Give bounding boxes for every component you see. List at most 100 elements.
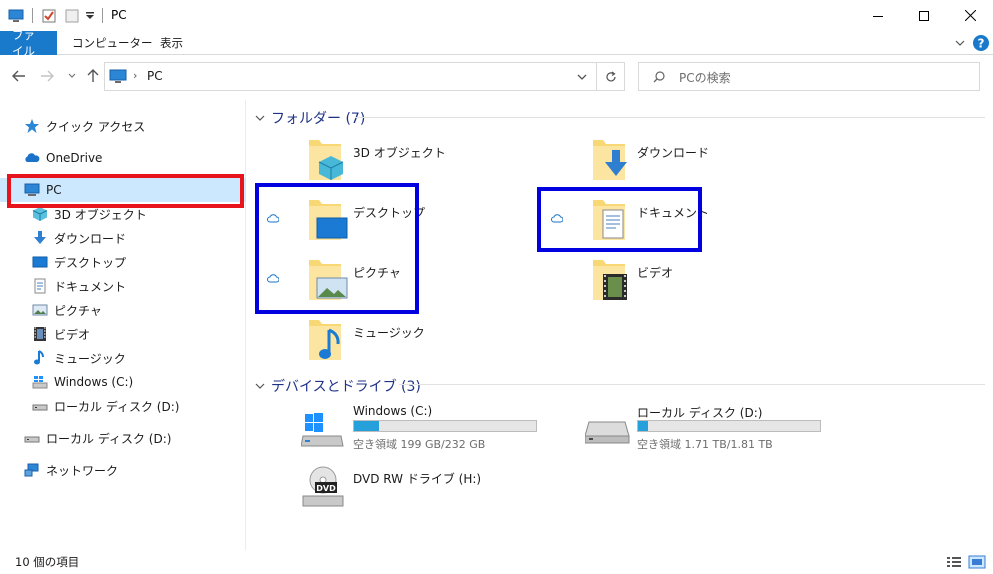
sidebar-item-music[interactable]: ミュージック bbox=[0, 346, 246, 370]
highlight-box-blue bbox=[537, 187, 702, 252]
window-title: PC bbox=[111, 8, 127, 22]
sidebar-item-windows-c[interactable]: Windows (C:) bbox=[0, 370, 246, 394]
sidebar-item-local-disk-d-root[interactable]: ローカル ディスク (D:) bbox=[0, 426, 246, 450]
disk-icon bbox=[32, 404, 48, 411]
drive-usage-fill bbox=[638, 421, 648, 431]
sidebar-item-local-disk-d[interactable]: ローカル ディスク (D:) bbox=[0, 394, 246, 418]
folder-downloads[interactable]: ダウンロード bbox=[591, 136, 811, 184]
divider bbox=[355, 117, 985, 118]
sidebar-item-pictures[interactable]: ピクチャ bbox=[0, 298, 246, 322]
new-folder-icon[interactable] bbox=[64, 8, 80, 24]
sidebar-item-label: クイック アクセス bbox=[46, 119, 146, 134]
sidebar-item-desktop[interactable]: デスクトップ bbox=[0, 250, 246, 274]
drive-free-space: 空き領域 1.71 TB/1.81 TB bbox=[637, 438, 773, 451]
sidebar-item-onedrive[interactable]: OneDrive bbox=[0, 146, 246, 170]
address-dropdown-icon[interactable] bbox=[577, 74, 587, 81]
drive-usage-fill bbox=[354, 421, 380, 431]
drive-local-disk-d[interactable]: ローカル ディスク (D:) 空き領域 1.71 TB/1.81 TB bbox=[585, 402, 825, 454]
recent-locations-icon[interactable] bbox=[68, 73, 76, 79]
folder-icon bbox=[309, 140, 344, 180]
folder-label: 3D オブジェクト bbox=[353, 146, 446, 160]
sidebar-item-label: ローカル ディスク (D:) bbox=[46, 431, 172, 446]
download-icon bbox=[34, 231, 46, 244]
close-button[interactable] bbox=[947, 0, 993, 31]
highlight-box-blue bbox=[255, 183, 419, 314]
help-icon[interactable]: ? bbox=[973, 35, 989, 51]
folder-label: ミュージック bbox=[353, 326, 425, 340]
qat-dropdown-icon[interactable] bbox=[86, 12, 94, 20]
sidebar-item-label: ドキュメント bbox=[54, 279, 127, 294]
drive-usage-bar bbox=[637, 420, 821, 432]
folder-music[interactable]: ミュージック bbox=[307, 316, 427, 364]
drive-dvd-h[interactable]: DVD DVD RW ドライブ (H:) bbox=[301, 466, 541, 514]
sidebar-item-label: ビデオ bbox=[54, 327, 91, 342]
sidebar-item-label: Windows (C:) bbox=[54, 375, 134, 389]
folder-videos[interactable]: ビデオ bbox=[591, 256, 711, 304]
document-icon bbox=[34, 278, 46, 294]
disk-icon bbox=[24, 436, 40, 443]
sidebar-item-label: 3D オブジェクト bbox=[54, 207, 147, 222]
group-header-label: フォルダー (7) bbox=[271, 111, 366, 127]
sidebar-item-label: ミュージック bbox=[54, 351, 126, 366]
group-header-label: デバイスとドライブ (3) bbox=[271, 379, 421, 395]
drive-free-space: 空き領域 199 GB/232 GB bbox=[353, 438, 486, 451]
desktop-icon bbox=[32, 256, 48, 268]
sidebar-item-label: デスクトップ bbox=[54, 255, 127, 270]
up-arrow-icon[interactable] bbox=[87, 69, 99, 83]
search-placeholder: PCの検索 bbox=[679, 71, 731, 85]
sidebar-item-quick-access[interactable]: クイック アクセス bbox=[0, 114, 246, 138]
video-icon bbox=[603, 274, 627, 300]
sidebar-item-downloads[interactable]: ダウンロード bbox=[0, 226, 246, 250]
svg-text:?: ? bbox=[978, 37, 985, 51]
back-arrow-icon[interactable] bbox=[12, 70, 26, 82]
forward-arrow-icon[interactable] bbox=[40, 70, 54, 82]
maximize-button[interactable] bbox=[901, 0, 947, 31]
picture-icon bbox=[32, 304, 48, 316]
folder-label: ダウンロード bbox=[637, 146, 710, 160]
pc-icon bbox=[109, 69, 127, 83]
sidebar-item-label: ピクチャ bbox=[54, 303, 102, 318]
item-count: 10 個の項目 bbox=[15, 555, 80, 569]
sidebar-item-label: ダウンロード bbox=[54, 231, 127, 246]
chevron-down-icon bbox=[255, 115, 265, 121]
ribbon-expand-icon[interactable] bbox=[955, 39, 965, 47]
group-header-folders[interactable]: フォルダー (7) bbox=[255, 108, 365, 128]
folder-icon bbox=[593, 140, 627, 180]
properties-icon[interactable] bbox=[41, 8, 57, 24]
tab-file[interactable]: ファイル bbox=[0, 28, 57, 58]
minimize-button[interactable] bbox=[855, 0, 901, 31]
video-icon bbox=[34, 327, 46, 341]
sidebar-item-videos[interactable]: ビデオ bbox=[0, 322, 246, 346]
drive-windows-c[interactable]: Windows (C:) 空き領域 199 GB/232 GB bbox=[301, 402, 541, 454]
folder-icon bbox=[309, 320, 341, 360]
address-bar[interactable]: › PC bbox=[104, 62, 597, 91]
chevron-down-icon bbox=[255, 383, 265, 389]
group-header-drives[interactable]: デバイスとドライブ (3) bbox=[255, 376, 421, 396]
highlight-box-red bbox=[7, 174, 244, 208]
refresh-button[interactable] bbox=[597, 62, 625, 91]
sidebar-item-documents[interactable]: ドキュメント bbox=[0, 274, 246, 298]
cloud-icon bbox=[25, 153, 40, 162]
dvd-drive-icon: DVD bbox=[302, 466, 344, 507]
sidebar-item-label: ネットワーク bbox=[46, 463, 119, 478]
search-icon bbox=[653, 71, 665, 83]
divider bbox=[399, 384, 985, 385]
windows-drive-icon bbox=[32, 376, 48, 389]
folder-icon bbox=[593, 260, 627, 300]
breadcrumb-pc[interactable]: PC bbox=[147, 69, 163, 83]
maximize-icon bbox=[919, 10, 929, 21]
divider bbox=[102, 8, 103, 23]
folder-3d-objects[interactable]: 3D オブジェクト bbox=[307, 136, 527, 184]
breadcrumb-chevron-icon[interactable]: › bbox=[133, 69, 137, 82]
music-icon bbox=[34, 350, 44, 365]
large-icons-view-icon[interactable] bbox=[968, 554, 986, 570]
sidebar-item-network[interactable]: ネットワーク bbox=[0, 458, 246, 482]
navigation-pane: クイック アクセス OneDrive PC 3D オブジェクト ダウンロード デ… bbox=[0, 100, 246, 550]
svg-text:DVD: DVD bbox=[316, 484, 336, 493]
details-view-icon[interactable] bbox=[946, 555, 962, 569]
search-box[interactable]: PCの検索 bbox=[638, 62, 980, 91]
sidebar-item-label: ローカル ディスク (D:) bbox=[54, 399, 180, 414]
title-bar: PC bbox=[0, 0, 993, 31]
folder-label: ビデオ bbox=[637, 266, 674, 280]
tab-view[interactable]: 表示 bbox=[148, 31, 195, 55]
